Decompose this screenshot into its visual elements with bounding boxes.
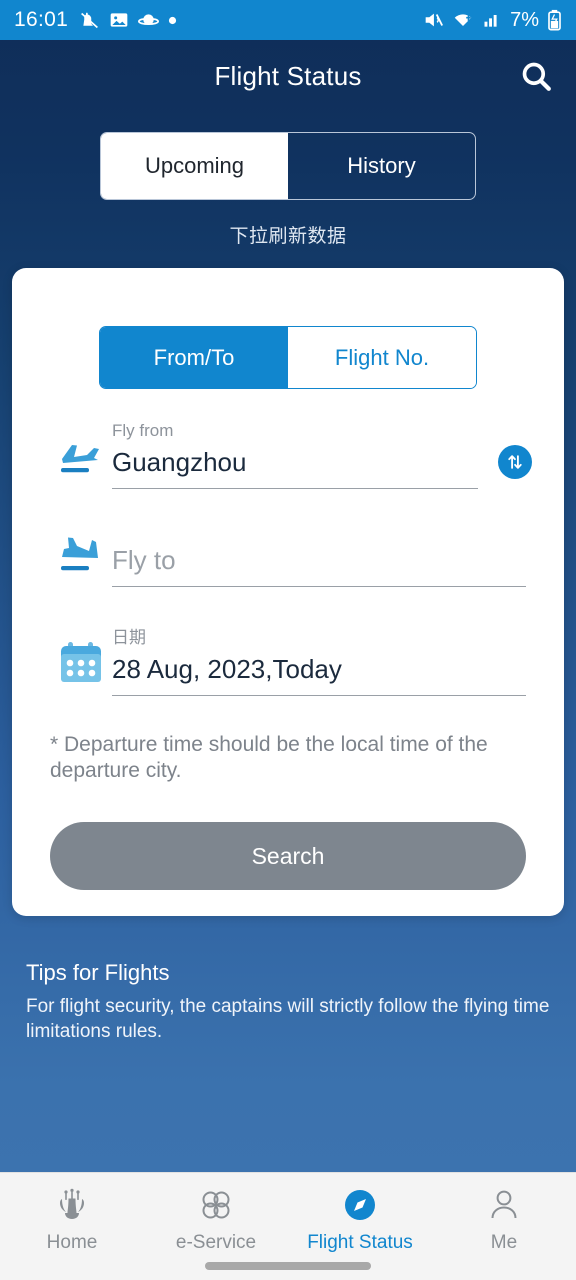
tab-flight-no[interactable]: Flight No. [288, 327, 476, 388]
mute-bell-icon [79, 10, 100, 31]
calendar-icon [50, 640, 112, 696]
date-field[interactable]: 日期 28 Aug, 2023,Today [112, 623, 526, 696]
swap-vertical-icon[interactable] [498, 445, 532, 479]
status-bar-notification-icons [79, 10, 177, 31]
date-row: 日期 28 Aug, 2023,Today [12, 623, 564, 696]
dot-icon [168, 16, 177, 25]
status-bar: 16:01 7% [0, 0, 576, 40]
nav-item-flight-status-label: Flight Status [307, 1232, 413, 1253]
wifi-icon [452, 9, 474, 31]
nav-item-me-label: Me [490, 1232, 518, 1253]
compass-icon [342, 1185, 378, 1225]
saturn-icon [138, 10, 160, 31]
cellular-signal-icon [482, 10, 502, 30]
plane-departure-icon [50, 437, 112, 489]
person-icon [486, 1185, 522, 1225]
image-icon [109, 10, 129, 30]
search-icon[interactable] [516, 56, 556, 96]
fly-from-label: Fly from [112, 421, 174, 440]
departure-time-note: * Departure time should be the local tim… [50, 733, 488, 782]
tips-section: Tips for Flights For flight security, th… [26, 960, 552, 1044]
tab-from-to[interactable]: From/To [100, 327, 288, 388]
fly-from-value[interactable]: Guangzhou [112, 443, 478, 489]
nav-item-e-service-label: e-Service [175, 1232, 257, 1253]
segment-history[interactable]: History [288, 133, 475, 199]
status-bar-system-icons: 7% [422, 9, 562, 32]
nav-item-flight-status[interactable]: Flight Status [288, 1185, 432, 1254]
flight-search-card: From/To Flight No. Fly from Guangzhou Fl… [12, 268, 564, 916]
volume-mute-icon [422, 9, 444, 31]
date-label: 日期 [112, 628, 146, 647]
fly-from-row: Fly from Guangzhou [12, 421, 564, 489]
search-button[interactable]: Search [50, 822, 526, 890]
tab-from-to-label: From/To [153, 344, 235, 370]
fly-to-placeholder[interactable]: Fly to [112, 541, 526, 587]
battery-icon [547, 9, 562, 31]
pull-to-refresh-hint: 下拉刷新数据 [229, 226, 347, 247]
kapok-flower-icon [54, 1185, 90, 1225]
plane-arrival-icon [50, 535, 112, 587]
segment-upcoming[interactable]: Upcoming [101, 133, 288, 199]
page-title: Flight Status [214, 60, 362, 91]
four-petals-icon [198, 1185, 234, 1225]
fly-to-row: Fly to [12, 535, 564, 587]
tips-title: Tips for Flights [26, 960, 170, 985]
fly-to-field[interactable]: Fly to [112, 541, 526, 587]
tab-flight-no-label: Flight No. [334, 344, 430, 370]
home-indicator [205, 1262, 371, 1270]
nav-item-e-service[interactable]: e-Service [144, 1185, 288, 1254]
bottom-navigation-bar: Home e-Service Flight Status Me [0, 1172, 576, 1280]
status-bar-time: 16:01 [14, 8, 69, 31]
nav-item-home-label: Home [46, 1232, 98, 1253]
segment-history-label: History [347, 153, 416, 178]
flight-list-segmented-control: Upcoming History [0, 132, 576, 200]
nav-item-me[interactable]: Me [432, 1185, 576, 1254]
date-value[interactable]: 28 Aug, 2023,Today [112, 650, 526, 696]
tips-body: For flight security, the captains will s… [26, 996, 550, 1042]
fly-from-field[interactable]: Fly from Guangzhou [112, 421, 478, 489]
search-mode-tabs: From/To Flight No. [12, 268, 564, 389]
app-bar: Flight Status [0, 40, 576, 112]
segment-upcoming-label: Upcoming [144, 153, 245, 178]
nav-item-home[interactable]: Home [0, 1185, 144, 1254]
battery-percent-label: 7% [510, 8, 539, 31]
